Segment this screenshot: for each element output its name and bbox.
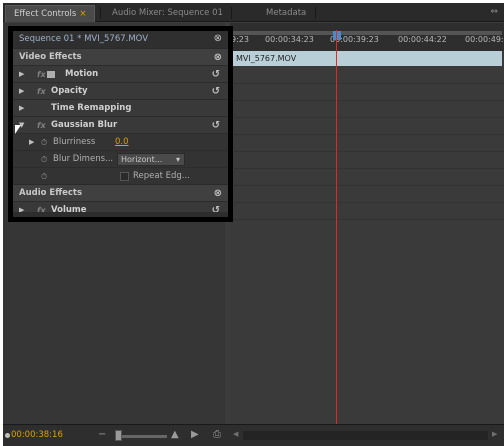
fx-badge[interactable]: fx xyxy=(37,66,46,83)
expand-triangle-icon[interactable]: ▶ xyxy=(19,83,24,100)
fx-badge[interactable]: fx xyxy=(37,202,46,212)
zoom-in-icon[interactable]: ▲ xyxy=(171,429,179,440)
param-label: Repeat Edg... xyxy=(133,171,190,181)
section-label: Audio Effects xyxy=(19,188,83,198)
effect-row-time-remapping[interactable]: ▶ Time Remapping xyxy=(13,99,228,116)
effect-name: Time Remapping xyxy=(51,103,132,113)
zoom-out-icon[interactable]: − xyxy=(98,429,106,440)
stopwatch-icon[interactable]: ⏱ xyxy=(41,134,47,151)
reset-icon[interactable]: ↺ xyxy=(212,117,220,134)
timecode-indicator-icon xyxy=(5,433,10,438)
effect-name: Opacity xyxy=(51,86,88,96)
timeline-lane xyxy=(230,169,504,186)
clip-bar[interactable]: MVI_5767.MOV xyxy=(232,51,502,66)
timeline-lane xyxy=(230,67,504,84)
panel-menu-icon[interactable]: ⇔ xyxy=(490,7,498,17)
scroll-right-icon[interactable]: ▶ xyxy=(492,430,497,438)
chevron-down-icon: ▾ xyxy=(175,155,180,164)
param-row-blurriness: ▶ ⏱ Blurriness 0.0 xyxy=(13,133,228,150)
expand-triangle-icon[interactable]: ▶ xyxy=(19,100,24,117)
repeat-edge-checkbox[interactable] xyxy=(120,172,129,181)
stopwatch-icon[interactable]: ⏱ xyxy=(41,168,47,185)
timeline-lane xyxy=(230,152,504,169)
panel-tab-bar: Effect Controls × Audio Mixer: Sequence 0… xyxy=(3,3,504,22)
blurriness-value[interactable]: 0.0 xyxy=(115,134,129,151)
scroll-left-icon[interactable]: ◀ xyxy=(233,430,238,438)
tab-label: Audio Mixer: Sequence 01 xyxy=(112,8,223,18)
reset-icon[interactable]: ↺ xyxy=(212,83,220,100)
effect-name: Gaussian Blur xyxy=(51,120,118,130)
timeline-scrollbar[interactable] xyxy=(243,431,488,440)
reset-icon[interactable]: ↺ xyxy=(212,202,220,212)
effect-name: Motion xyxy=(65,69,99,79)
export-icon[interactable]: ⎙ xyxy=(213,429,221,440)
playhead-handle[interactable] xyxy=(333,31,341,40)
video-effects-header: Video Effects ⊗ xyxy=(13,48,228,65)
time-ruler[interactable]: 9:23 00:00:34:23 00:00:39:23 00:00:44:22… xyxy=(230,23,504,51)
sequence-header: Sequence 01 * MVI_5767.MOV xyxy=(13,31,228,48)
effect-row-gaussian-blur[interactable]: ▼ fx Gaussian Blur ↺ xyxy=(13,116,228,133)
stopwatch-icon[interactable]: ⏱ xyxy=(41,151,47,168)
timeline-lane xyxy=(230,101,504,118)
effect-row-motion[interactable]: ▶ fx Motion ↺ xyxy=(13,65,228,82)
timeline-lane xyxy=(230,84,504,101)
tab-divider xyxy=(100,7,101,19)
param-row-repeat-edge: ⏱ Repeat Edg... xyxy=(13,167,228,184)
panel-footer: 00:00:38:16 − ▲ ▶ ⎙ ◀ ▶ xyxy=(3,424,504,446)
collapse-icon[interactable]: ⊗ xyxy=(214,49,222,66)
param-label: Blurriness xyxy=(53,137,96,147)
fx-badge[interactable]: fx xyxy=(37,83,46,100)
zoom-slider-track[interactable] xyxy=(121,435,167,438)
expand-triangle-icon[interactable]: ▶ xyxy=(19,66,24,83)
expand-triangle-icon[interactable]: ▶ xyxy=(29,134,34,151)
blur-dimensions-dropdown[interactable]: Horizont... ▾ xyxy=(117,153,185,166)
current-timecode[interactable]: 00:00:38:16 xyxy=(11,430,63,440)
play-audio-icon[interactable]: ▶ xyxy=(191,429,199,440)
time-tick: 00:00:34:23 xyxy=(265,35,314,44)
tab-effect-controls[interactable]: Effect Controls × xyxy=(5,5,96,22)
timeline-lane xyxy=(230,203,504,220)
effect-controls-panel: Effect Controls × Audio Mixer: Sequence 0… xyxy=(3,3,504,446)
effect-name: Volume xyxy=(51,205,87,212)
zoom-slider-handle[interactable] xyxy=(115,430,122,441)
timeline-lane xyxy=(230,118,504,135)
collapse-icon[interactable]: ⊗ xyxy=(214,185,222,202)
effect-row-volume[interactable]: ▶ fx Volume ↺ xyxy=(13,201,228,212)
time-tick: 00:00:44:22 xyxy=(398,35,447,44)
time-tick: 00:00:49: xyxy=(465,35,504,44)
mouse-cursor-icon xyxy=(15,125,21,134)
dropdown-value: Horizont... xyxy=(121,155,163,164)
timeline-lane xyxy=(230,135,504,152)
tab-label: Effect Controls xyxy=(14,9,77,19)
expand-triangle-icon[interactable]: ▶ xyxy=(19,202,24,212)
audio-effects-header: Audio Effects ⊗ xyxy=(13,184,228,201)
tab-audio-mixer[interactable]: Audio Mixer: Sequence 01 xyxy=(104,5,231,22)
effect-timeline: 9:23 00:00:34:23 00:00:39:23 00:00:44:22… xyxy=(230,23,504,424)
timeline-lane xyxy=(230,186,504,203)
tab-divider xyxy=(231,7,232,19)
fx-badge[interactable]: fx xyxy=(37,117,46,134)
effect-row-opacity[interactable]: ▶ fx Opacity ↺ xyxy=(13,82,228,99)
effect-list-highlight: Sequence 01 * MVI_5767.MOV ⊗ Video Effec… xyxy=(8,26,233,222)
time-tick: 9:23 xyxy=(231,35,249,44)
playhead-line[interactable] xyxy=(336,30,337,425)
tab-metadata[interactable]: Metadata xyxy=(258,5,314,22)
section-label: Video Effects xyxy=(19,52,82,62)
tab-label: Metadata xyxy=(266,8,307,18)
motion-transform-icon[interactable] xyxy=(47,71,55,78)
tab-divider xyxy=(315,7,316,19)
show-timeline-icon[interactable]: ⊗ xyxy=(214,33,222,44)
param-row-blur-dimensions: ⏱ Blur Dimens... Horizont... ▾ xyxy=(13,150,228,167)
param-label: Blur Dimens... xyxy=(53,154,114,164)
reset-icon[interactable]: ↺ xyxy=(212,66,220,83)
tab-close-icon[interactable]: × xyxy=(79,9,86,19)
